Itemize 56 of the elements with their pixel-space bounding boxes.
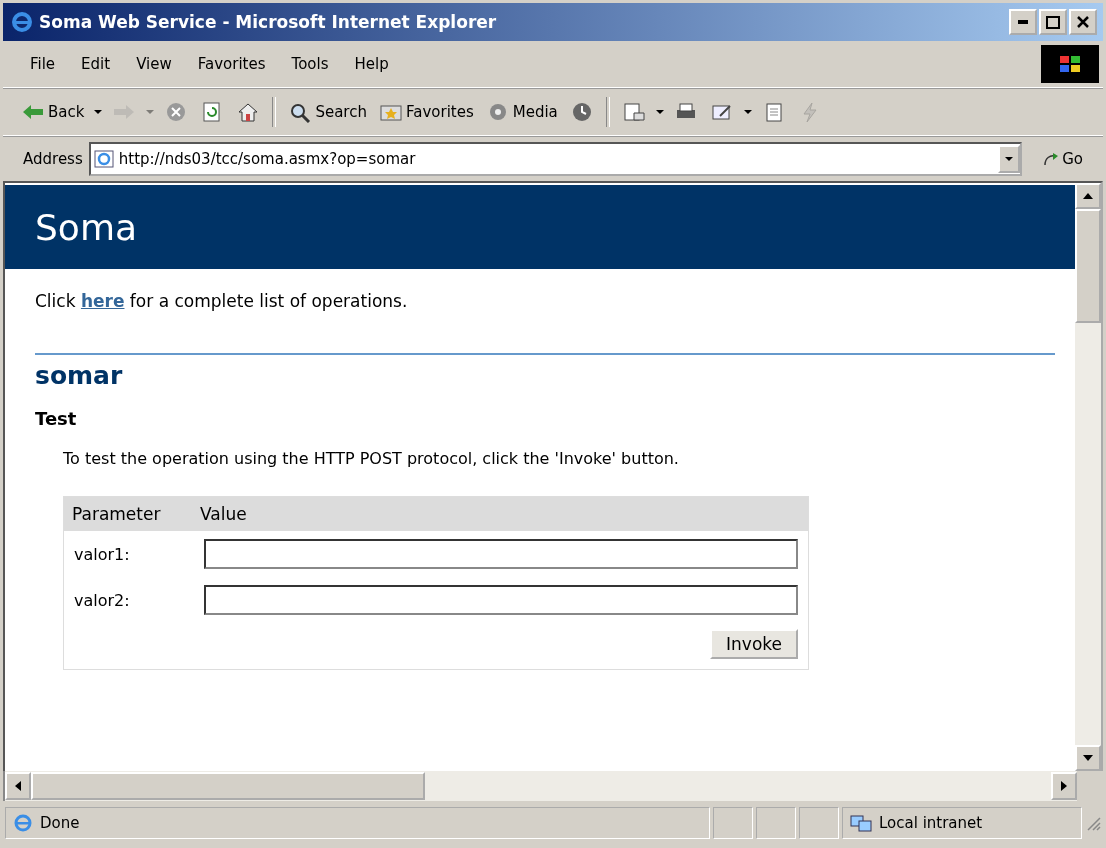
maximize-button[interactable] (1039, 9, 1067, 35)
minimize-icon (1018, 20, 1028, 24)
operation-heading: somar (35, 361, 124, 390)
zone-text: Local intranet (879, 814, 983, 832)
status-pane (713, 807, 753, 839)
media-button[interactable]: Media (481, 99, 562, 125)
window-title: Soma Web Service - Microsoft Internet Explorer (39, 12, 498, 32)
resize-grip-icon (1085, 815, 1101, 831)
go-button[interactable]: Go (1028, 148, 1097, 170)
caret-icon (146, 109, 155, 115)
maximize-icon (1046, 15, 1060, 29)
column-header: Value (199, 504, 247, 524)
menu-item[interactable]: Help (341, 51, 402, 77)
menu-item[interactable]: File (17, 51, 69, 77)
down-arrow-icon (1083, 755, 1093, 761)
search-icon (288, 101, 313, 123)
close-button[interactable] (1069, 9, 1097, 35)
horizontal-scrollbar[interactable] (5, 771, 1077, 801)
vertical-scrollbar[interactable] (1075, 183, 1101, 771)
parameter-label: valor1: (74, 544, 131, 564)
menu-item[interactable]: Edit (68, 51, 124, 77)
left-arrow-icon (15, 781, 21, 791)
page-title: Soma (35, 206, 137, 248)
dropdown-button[interactable] (92, 107, 105, 117)
address-label: Address (23, 150, 83, 168)
parameter-label: valor2: (74, 590, 131, 610)
value-field[interactable] (204, 539, 798, 569)
operations-link[interactable]: here (80, 291, 125, 311)
scroll-thumb[interactable] (1075, 209, 1101, 323)
right-arrow-icon (1061, 781, 1067, 791)
back-button[interactable]: Back (17, 99, 89, 125)
menu-item[interactable]: Tools (278, 51, 342, 77)
column-header: Parameter (71, 504, 162, 524)
status-pane (799, 807, 839, 839)
invoke-button[interactable]: Invoke (710, 629, 798, 659)
description-text: To test the operation using the HTTP POST protocol, click the 'Invoke' button. (63, 449, 680, 468)
caret-icon (1005, 156, 1014, 162)
caret-icon (655, 109, 664, 115)
section-heading: Test (35, 408, 78, 429)
network-icon (849, 813, 873, 833)
status-text: Done (40, 814, 80, 832)
menu-item[interactable]: View (123, 51, 185, 77)
value-field[interactable] (204, 585, 798, 615)
search-button[interactable]: Search (284, 99, 371, 125)
menu-item[interactable]: Favorites (184, 51, 279, 77)
minimize-button[interactable] (1009, 9, 1037, 35)
scroll-thumb[interactable] (31, 772, 425, 800)
caret-icon (94, 109, 103, 115)
close-icon (1077, 16, 1089, 28)
up-arrow-icon (1083, 193, 1093, 199)
intro-text: Click here for a complete list of operations. (35, 291, 409, 311)
status-pane (756, 807, 796, 839)
favorites-button[interactable]: Favorites (374, 99, 478, 125)
address-field[interactable]: http://nds03/tcc/soma.asmx?op=somar (88, 142, 1023, 176)
flag-icon (1058, 54, 1082, 74)
caret-icon (743, 109, 752, 115)
